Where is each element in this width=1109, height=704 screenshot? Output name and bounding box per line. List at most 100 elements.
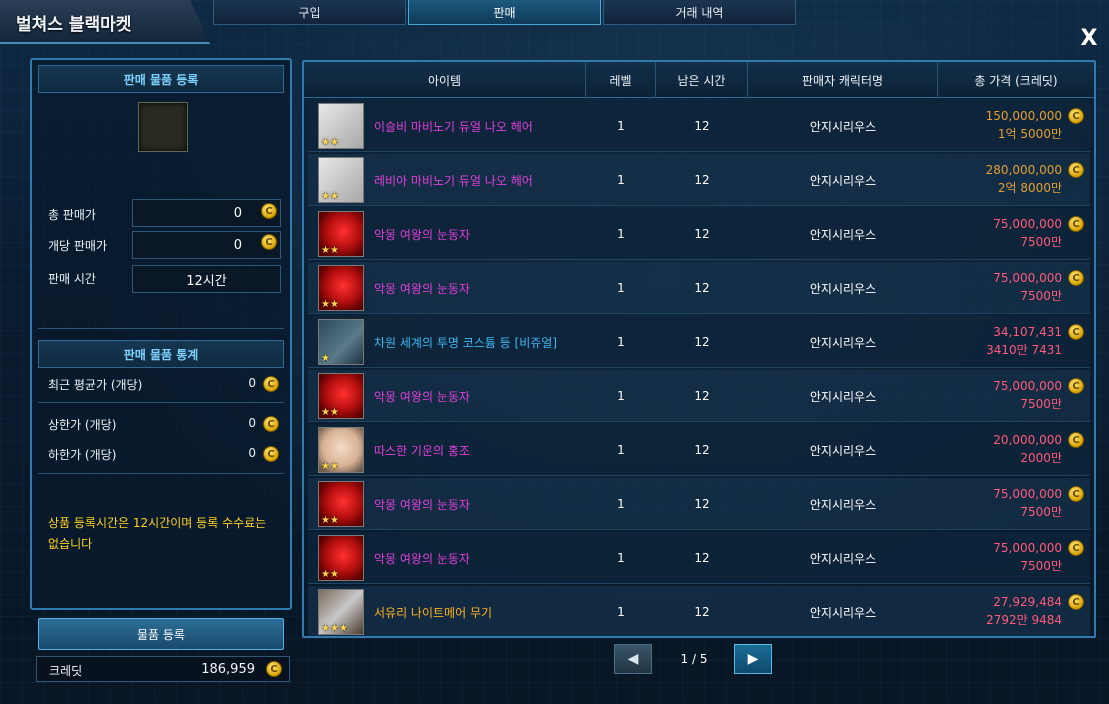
unit-price-value: 0 [233,237,242,253]
header-time-left[interactable]: 남은 시간 [656,62,748,98]
unit-price-label: 개당 판매가 [48,239,108,253]
coin-icon: C [1068,216,1084,232]
page-indicator: 1 / 5 [680,652,708,666]
coin-icon: C [1068,324,1084,340]
sell-time-value: 12시간 [186,273,227,289]
price-value: 34,107,431 [993,325,1062,339]
tab-buy[interactable]: 구입 [213,0,406,25]
close-icon[interactable]: X [1076,28,1102,52]
item-level: 1 [617,497,625,511]
coin-icon: C [1068,540,1084,556]
time-left: 12 [694,119,710,133]
header-item[interactable]: 아이템 [304,62,586,98]
recent-avg-label: 최근 평균가 (개당) [48,378,143,392]
item-name: 차원 세계의 투명 코스튬 등 [비쥬얼] [374,335,557,350]
tab-sell[interactable]: 판매 [408,0,601,25]
tab-history[interactable]: 거래 내역 [603,0,796,25]
item-level: 1 [617,227,625,241]
time-left: 12 [694,173,710,187]
header-total-price[interactable]: 총 가격 (크레딧) [938,62,1094,98]
table-row[interactable]: ★★ 따스한 기운의 홍조 1 12 안지시리우스 20,000,000 2000만 C [308,424,1090,476]
price-cell: 20,000,000 2000만 [940,424,1062,476]
listing-table: 아이템 레벨 남은 시간 판매자 캐릭터명 총 가격 (크레딧) ★★ 이슬비 마… [302,60,1096,638]
table-row[interactable]: ★★ 악몽 여왕의 눈동자 1 12 안지시리우스 75,000,000 7500만 C [308,208,1090,260]
coin-icon: C [1068,162,1084,178]
time-left: 12 [694,443,710,457]
time-left: 12 [694,605,710,619]
seller-name: 안지시리우스 [809,389,877,404]
price-cell: 150,000,000 1억 5000만 [940,100,1062,152]
price-value: 75,000,000 [993,541,1062,555]
seller-name: 안지시리우스 [809,281,877,296]
star-rating-icon: ★★ [321,299,339,310]
credit-display: 크레딧 186,959 C [36,656,290,682]
table-row[interactable]: ★★ 이슬비 마비노기 듀얼 나오 헤어 1 12 안지시리우스 150,000,000 1… [308,100,1090,152]
divider [38,402,284,403]
item-thumbnail: ★★★ [318,589,364,635]
table-row[interactable]: ★★★ 서유리 나이트메어 무기 1 12 안지시리우스 27,929,484 2792만 … [308,586,1090,636]
item-slot[interactable] [138,102,188,152]
sell-time-select[interactable]: 12시간 [132,265,281,293]
price-korean: 7500만 [1020,235,1062,249]
item-level: 1 [617,335,625,349]
item-thumbnail: ★★ [318,157,364,203]
time-left: 12 [694,389,710,403]
item-thumbnail: ★★ [318,427,364,473]
seller-name: 안지시리우스 [809,443,877,458]
price-value: 75,000,000 [993,271,1062,285]
item-thumbnail: ★★ [318,211,364,257]
next-page-button[interactable]: ▶ [734,644,772,674]
table-row[interactable]: ★★ 악몽 여왕의 눈동자 1 12 안지시리우스 75,000,000 7500만 C [308,532,1090,584]
seller-name: 안지시리우스 [809,551,877,566]
title-bar: 벌쳐스 블랙마켓 [0,0,210,44]
coin-icon: C [1068,270,1084,286]
price-cell: 27,929,484 2792만 9484 [940,586,1062,636]
coin-icon: C [1068,378,1084,394]
unit-price-input[interactable]: 0 [132,231,281,259]
header-level[interactable]: 레벨 [586,62,656,98]
coin-icon: C [261,234,277,250]
item-name: 악몽 여왕의 눈동자 [374,389,470,404]
price-value: 75,000,000 [993,487,1062,501]
register-item-button[interactable]: 물품 등록 [38,618,284,650]
lower-limit-label: 하한가 (개당) [48,448,117,462]
header-seller[interactable]: 판매자 캐릭터명 [748,62,938,98]
table-row[interactable]: ★★ 악몽 여왕의 눈동자 1 12 안지시리우스 75,000,000 7500만 C [308,262,1090,314]
price-korean: 7500만 [1020,559,1062,573]
prev-page-button[interactable]: ◀ [614,644,652,674]
item-level: 1 [617,173,625,187]
item-level: 1 [617,281,625,295]
coin-icon: C [263,416,279,432]
item-name: 악몽 여왕의 눈동자 [374,281,470,296]
item-level: 1 [617,119,625,133]
price-korean: 3410만 7431 [986,343,1062,357]
item-name: 악몽 여왕의 눈동자 [374,227,470,242]
time-left: 12 [694,551,710,565]
table-row[interactable]: ★★ 악몽 여왕의 눈동자 1 12 안지시리우스 75,000,000 7500만 C [308,370,1090,422]
price-korean: 7500만 [1020,505,1062,519]
lower-limit-value: 0 [248,446,256,460]
table-row[interactable]: ★★ 레비아 마비노기 듀얼 나오 헤어 1 12 안지시리우스 280,000,000 2… [308,154,1090,206]
coin-icon: C [1068,594,1084,610]
price-korean: 7500만 [1020,397,1062,411]
star-rating-icon: ★★ [321,515,339,526]
star-rating-icon: ★ [321,353,330,364]
upper-limit-value: 0 [248,416,256,430]
price-value: 280,000,000 [985,163,1062,177]
star-rating-icon: ★★ [321,461,339,472]
star-rating-icon: ★★ [321,191,339,202]
price-korean: 2000만 [1020,451,1062,465]
price-cell: 75,000,000 7500만 [940,208,1062,260]
price-cell: 280,000,000 2억 8000만 [940,154,1062,206]
price-korean: 7500만 [1020,289,1062,303]
time-left: 12 [694,497,710,511]
seller-name: 안지시리우스 [809,497,877,512]
item-level: 1 [617,551,625,565]
seller-name: 안지시리우스 [809,119,877,134]
coin-icon: C [263,446,279,462]
price-cell: 34,107,431 3410만 7431 [940,316,1062,368]
total-price-input[interactable]: 0 [132,199,281,227]
table-row[interactable]: ★ 차원 세계의 투명 코스튬 등 [비쥬얼] 1 12 안지시리우스 34,107,43… [308,316,1090,368]
item-level: 1 [617,605,625,619]
table-row[interactable]: ★★ 악몽 여왕의 눈동자 1 12 안지시리우스 75,000,000 7500만 C [308,478,1090,530]
